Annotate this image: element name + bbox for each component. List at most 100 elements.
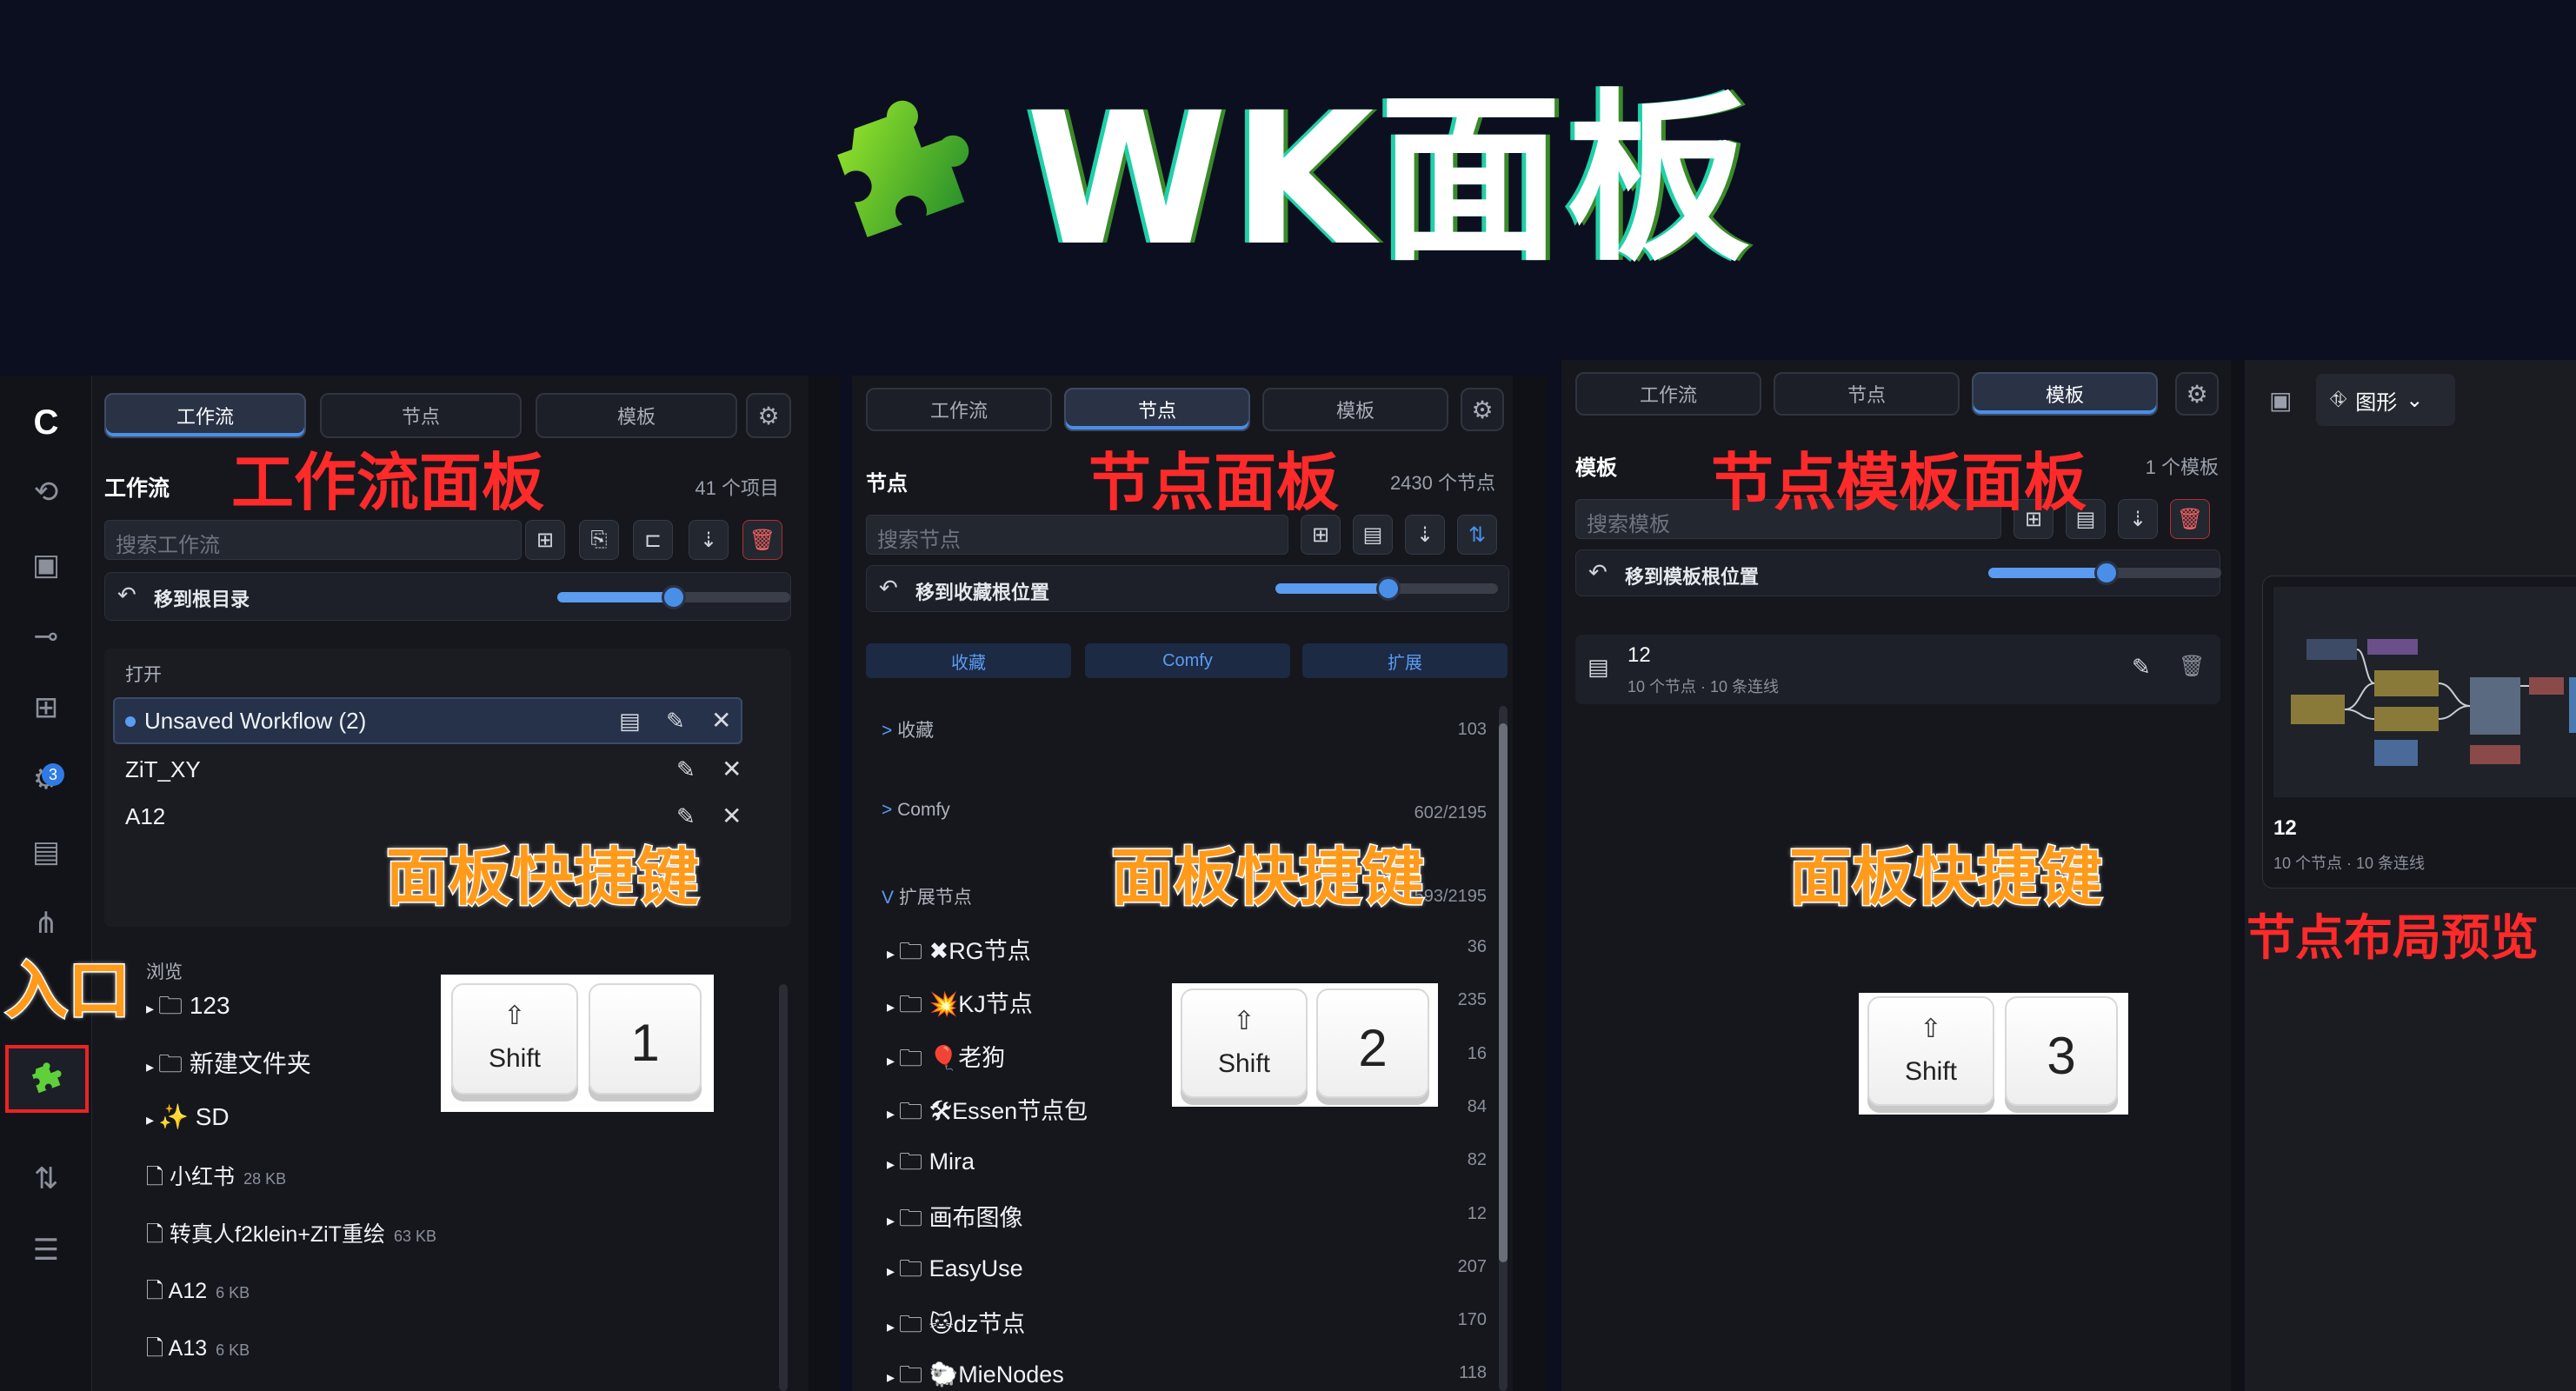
edit-icon[interactable]: ✎ — [2132, 654, 2151, 681]
open-item[interactable]: A12 — [125, 803, 165, 830]
shift-label: Shift — [1904, 1057, 1958, 1086]
node-folder-row[interactable]: ▸ 🗀 🐑MieNodes — [887, 1358, 1064, 1391]
image-icon[interactable]: ▣ — [15, 534, 77, 596]
list-icon[interactable]: ▤ — [1353, 515, 1393, 555]
open-item[interactable]: ZiT_XY — [125, 756, 201, 783]
layout-icon[interactable]: ▣ — [2269, 386, 2292, 415]
delete-icon[interactable]: 🗑 — [2170, 499, 2210, 539]
node-folder-row[interactable]: ▸ 🗀 💥KJ节点 — [887, 985, 1033, 1028]
view-mode-select[interactable]: ⛗ 图形 ⌄ — [2316, 374, 2455, 426]
tab-templates[interactable]: 模板 — [536, 393, 737, 438]
edit-icon[interactable]: ✎ — [676, 756, 696, 783]
chevron-right-icon: ▸ — [887, 1104, 900, 1122]
extensions-icon[interactable]: ⊞ — [15, 676, 77, 739]
new-folder-icon[interactable]: ⊞ — [525, 520, 565, 560]
move-to-root-bar[interactable]: ↶ 移到模板根位置 — [1575, 549, 2221, 596]
history-icon[interactable]: ⟲ — [15, 461, 77, 523]
folder-row[interactable]: ▸ ✨ SD — [146, 1102, 230, 1131]
layout-icon[interactable]: ▤ — [15, 821, 77, 883]
number-key: 3 — [2005, 996, 2118, 1106]
settings-gear-icon[interactable]: ⚙ — [746, 393, 791, 438]
tab-workflow[interactable]: 工作流 — [866, 388, 1052, 431]
folder-prefix-icon: ✖ — [929, 938, 949, 964]
size-slider[interactable] — [1275, 576, 1498, 601]
sort-icon[interactable]: ⇣ — [1405, 515, 1445, 555]
sidebar: C ⟲ ▣ ⊸ ⊞ ⚙ 3 ▤ ⋔ ⇅ ☰ — [0, 376, 92, 1391]
node-folder-row[interactable]: ▸ 🗀 ✖RG节点 — [887, 932, 1031, 975]
swap-icon[interactable]: ⇅ — [1457, 515, 1497, 555]
chevron-right-icon: ▸ — [887, 1051, 900, 1069]
move-to-root-bar[interactable]: ↶ 移到根目录 — [104, 572, 791, 621]
node-folder-row[interactable]: ▸ 🗀 🛠Essen节点包 — [887, 1092, 1088, 1135]
folder-icon: 🗀 — [899, 991, 929, 1018]
node-graph-thumbnail — [2273, 587, 2576, 797]
save-icon[interactable]: ▤ — [619, 708, 641, 735]
new-file-icon[interactable]: ⎘ — [579, 520, 619, 560]
file-row[interactable]: 🗋 转真人f2klein+ZiT重绘 63 KB — [146, 1217, 436, 1255]
delete-icon[interactable]: 🗑 — [2179, 654, 2205, 679]
chevron-right-icon: ▸ — [887, 1155, 900, 1174]
tab-templates[interactable]: 模板 — [1262, 388, 1448, 431]
size-slider[interactable] — [1988, 561, 2221, 585]
file-row[interactable]: 🗋 小红书 28 KB — [146, 1160, 286, 1198]
scrollbar[interactable] — [779, 984, 788, 1391]
folder-row[interactable]: ▸ 🗀 新建文件夹 — [146, 1045, 311, 1088]
size-slider[interactable] — [557, 585, 790, 609]
panels-icon[interactable]: ☰ — [15, 1219, 77, 1281]
group-row[interactable]: > 收藏 — [882, 716, 934, 742]
workflow-icon[interactable]: ⊸ — [15, 605, 77, 668]
close-icon[interactable]: ✕ — [722, 755, 742, 783]
category-tab[interactable]: 收藏 — [866, 643, 1071, 678]
node-folder-row[interactable]: ▸ 🗀 🎈老狗 — [887, 1039, 1005, 1082]
shortcut-keys-3: ⇧ Shift 3 — [1859, 993, 2128, 1115]
node-folder-row[interactable]: ▸ 🗀 画布图像 — [887, 1199, 1023, 1241]
settings-gear-icon[interactable]: ⚙ — [1461, 388, 1504, 431]
back-arrow-icon: ↶ — [1588, 559, 1608, 585]
template-meta: 10 个节点 · 10 条连线 — [1627, 678, 1780, 696]
file-size: 6 KB — [216, 1341, 250, 1359]
file-row[interactable]: 🗋 A12 6 KB — [146, 1275, 250, 1312]
file-row[interactable]: 🗋 A13 6 KB — [146, 1332, 250, 1369]
template-card[interactable]: 12 10 个节点 · 10 条连线 — [2262, 576, 2576, 889]
open-folder-icon[interactable]: ⊏ — [633, 520, 673, 560]
tab-workflow[interactable]: 工作流 — [1575, 372, 1761, 416]
folder-row[interactable]: ▸ 🗀 123 — [146, 988, 230, 1029]
move-to-root-bar[interactable]: ↶ 移到收藏根位置 — [866, 565, 1509, 612]
template-icon: ▤ — [1588, 654, 1609, 680]
settings-gear-icon[interactable]: ⚙ — [2175, 372, 2219, 416]
sort-icon[interactable]: ⇣ — [689, 520, 729, 560]
sparkle-icon: ✨ — [158, 1103, 196, 1130]
open-item-active[interactable]: Unsaved Workflow (2) ▤ ✎ ✕ — [113, 697, 742, 744]
scrollbar[interactable] — [1499, 706, 1508, 1391]
group-row[interactable]: > Comfy — [882, 800, 950, 821]
close-icon[interactable]: ✕ — [711, 706, 731, 735]
node-folder-row[interactable]: ▸ 🗀 🐱dz节点 — [887, 1305, 1025, 1348]
search-input[interactable]: 搜索工作流 — [104, 520, 522, 560]
file-name: 转真人f2klein+ZiT重绘 — [170, 1222, 386, 1247]
shortcut-annotation: 面板快捷键 — [1109, 840, 1425, 915]
node-panel-annotation: 节点面板 — [1088, 446, 1340, 519]
logo-icon[interactable]: C — [15, 391, 77, 454]
wk-panel-icon[interactable] — [5, 1045, 89, 1113]
edit-icon[interactable]: ✎ — [666, 708, 685, 735]
group-row[interactable]: V 扩展节点 — [882, 883, 972, 909]
node-folder-row[interactable]: ▸ 🗀 Mira — [887, 1145, 975, 1185]
logo-title: WK面板 — [1026, 73, 1755, 286]
folder-label: 画布图像 — [929, 1204, 1023, 1231]
item-count: 41 个项目 — [695, 477, 779, 499]
chevron-right-icon: ▸ — [887, 1261, 900, 1280]
node-folder-row[interactable]: ▸ 🗀 EasyUse — [887, 1252, 1023, 1292]
settings-sliders-icon[interactable]: ⇅ — [15, 1148, 77, 1210]
tab-nodes[interactable]: 节点 — [1064, 388, 1250, 431]
folder-icon: 🗀 — [899, 1255, 929, 1281]
category-tab[interactable]: Comfy — [1085, 643, 1290, 678]
sort-icon[interactable]: ⇣ — [2118, 499, 2158, 539]
tab-nodes[interactable]: 节点 — [1774, 372, 1960, 416]
category-tab[interactable]: 扩展 — [1302, 643, 1508, 678]
tab-templates[interactable]: 模板 — [1972, 372, 2158, 416]
template-item[interactable]: ▤ 12 10 个节点 · 10 条连线 ✎ 🗑 — [1575, 635, 2220, 704]
delete-icon[interactable]: 🗑 — [742, 520, 782, 560]
shift-key: ⇧ Shift — [451, 983, 578, 1095]
close-icon[interactable]: ✕ — [722, 802, 742, 830]
key-label: 3 — [2047, 1027, 2076, 1085]
